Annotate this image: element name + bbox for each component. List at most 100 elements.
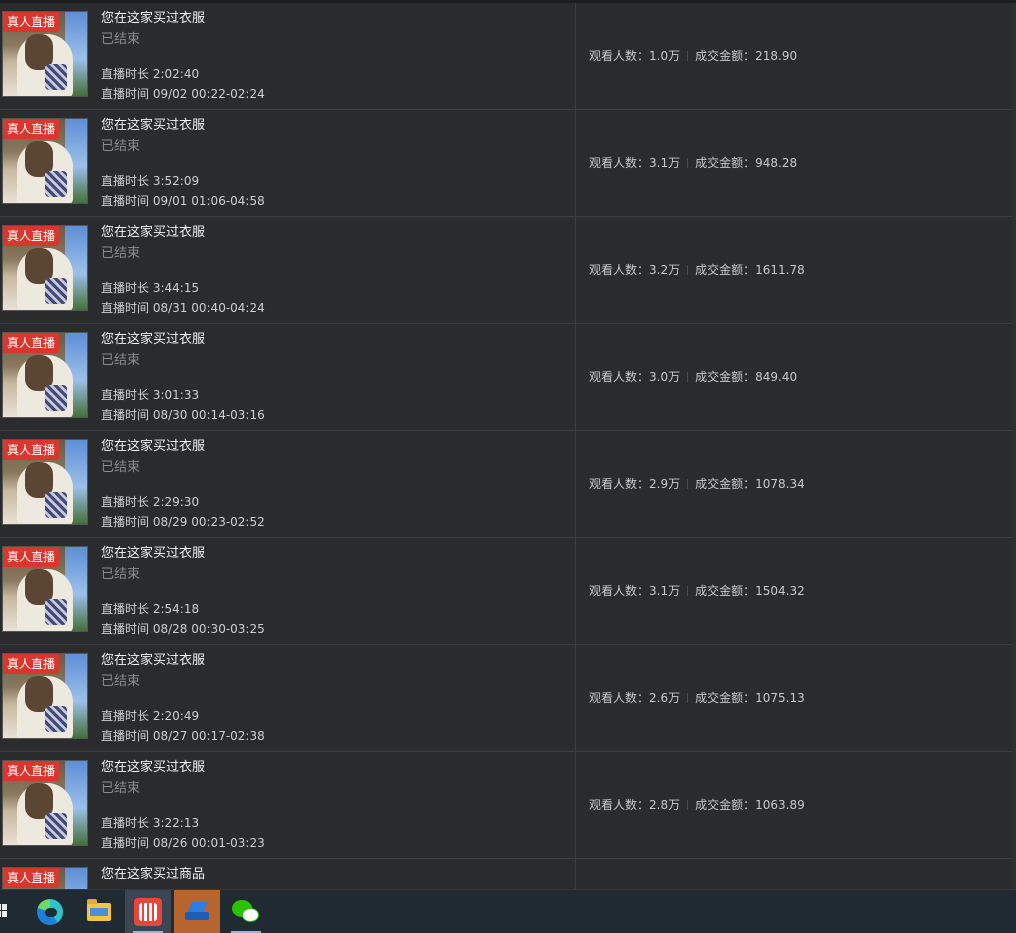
session-stats-cell: [577, 859, 1016, 889]
session-duration: 直播时长 3:44:15: [101, 280, 199, 296]
duration-label: 直播时长: [101, 67, 150, 81]
session-stats: 观看人数：3.2万 成交金额：1611.78: [589, 262, 805, 278]
taskbar-edge[interactable]: [27, 890, 73, 933]
live-session-row[interactable]: 真人直播 您在这家买过衣服 已结束 直播时长 2:02:40 直播时间 09/0…: [0, 3, 1016, 110]
live-session-list[interactable]: 真人直播 您在这家买过衣服 已结束 直播时长 2:02:40 直播时间 09/0…: [0, 3, 1016, 889]
session-stats-cell: 观看人数：3.2万 成交金额：1611.78: [577, 217, 1016, 323]
thumbnail-scarf: [45, 599, 67, 625]
thumbnail-scarf: [45, 64, 67, 90]
session-title: 您在这家买过衣服: [101, 546, 206, 561]
session-stats: 观看人数：1.0万 成交金额：218.90: [589, 48, 797, 64]
duration-label: 直播时长: [101, 602, 150, 616]
session-info-cell: 真人直播 您在这家买过衣服 已结束 直播时长 2:29:30 直播时间 08/2…: [0, 431, 576, 537]
taskbar-app[interactable]: [174, 890, 220, 933]
session-stats: 观看人数：2.6万 成交金额：1075.13: [589, 690, 805, 706]
thumbnail-scarf: [45, 385, 67, 411]
session-status: 已结束: [101, 246, 141, 261]
thumbnail-person: [17, 569, 73, 631]
session-thumbnail[interactable]: 真人直播: [2, 760, 88, 846]
session-time: 直播时间 08/31 00:40-04:24: [101, 300, 265, 316]
live-session-row[interactable]: 真人直播 您在这家买过衣服 已结束 直播时长 2:20:49 直播时间 08/2…: [0, 645, 1016, 752]
session-info-cell: 真人直播 您在这家买过衣服 已结束 直播时长 2:02:40 直播时间 09/0…: [0, 3, 576, 109]
live-badge: 真人直播: [3, 547, 60, 567]
session-duration: 直播时长 3:22:13: [101, 815, 199, 831]
duration-label: 直播时长: [101, 281, 150, 295]
scrollbar[interactable]: [1012, 3, 1016, 889]
session-info-cell: 真人直播 您在这家买过商品: [0, 859, 576, 889]
session-thumbnail[interactable]: 真人直播: [2, 118, 88, 204]
session-stats-cell: 观看人数：2.9万 成交金额：1078.34: [577, 431, 1016, 537]
sales-label: 成交金额：: [695, 263, 756, 277]
session-thumbnail[interactable]: 真人直播: [2, 867, 88, 889]
viewers-label: 观看人数：: [589, 798, 650, 812]
session-time: 直播时间 08/26 00:01-03:23: [101, 835, 265, 851]
session-status: 已结束: [101, 460, 141, 475]
live-session-row[interactable]: 真人直播 您在这家买过商品: [0, 859, 1016, 889]
session-time: 直播时间 08/29 00:23-02:52: [101, 514, 265, 530]
viewers-value: 1.0万: [649, 49, 681, 63]
sales-value: 1078.34: [755, 477, 805, 491]
viewers-value: 2.9万: [649, 477, 681, 491]
live-session-row[interactable]: 真人直播 您在这家买过衣服 已结束 直播时长 2:54:18 直播时间 08/2…: [0, 538, 1016, 645]
sales-label: 成交金额：: [695, 156, 756, 170]
live-session-row[interactable]: 真人直播 您在这家买过衣服 已结束 直播时长 3:52:09 直播时间 09/0…: [0, 110, 1016, 217]
live-session-row[interactable]: 真人直播 您在这家买过衣服 已结束 直播时长 3:01:33 直播时间 08/3…: [0, 324, 1016, 431]
sales-value: 948.28: [755, 156, 798, 170]
windows-start-icon[interactable]: [0, 904, 8, 918]
sales-value: 1075.13: [755, 691, 805, 705]
viewers-value: 2.6万: [649, 691, 681, 705]
time-label: 直播时间: [101, 194, 150, 208]
duration-label: 直播时长: [101, 816, 150, 830]
taskbar-live-app[interactable]: [125, 890, 171, 933]
session-duration: 直播时长 2:29:30: [101, 494, 199, 510]
app-icon: [185, 901, 209, 922]
session-time: 直播时间 09/02 00:22-02:24: [101, 86, 265, 102]
live-session-row[interactable]: 真人直播 您在这家买过衣服 已结束 直播时长 3:22:13 直播时间 08/2…: [0, 752, 1016, 859]
session-thumbnail[interactable]: 真人直播: [2, 653, 88, 739]
thumbnail-scarf: [45, 171, 67, 197]
time-value: 08/30 00:14-03:16: [152, 408, 265, 422]
wechat-icon: [232, 899, 260, 924]
live-session-row[interactable]: 真人直播 您在这家买过衣服 已结束 直播时长 3:44:15 直播时间 08/3…: [0, 217, 1016, 324]
session-status: 已结束: [101, 353, 141, 368]
thumbnail-person: [17, 462, 73, 524]
stats-divider: [687, 479, 689, 489]
thumbnail-person: [17, 676, 73, 738]
session-duration: 直播时长 2:02:40: [101, 66, 199, 82]
viewers-label: 观看人数：: [589, 584, 650, 598]
thumbnail-person: [17, 783, 73, 845]
thumbnail-scarf: [45, 278, 67, 304]
sales-label: 成交金额：: [695, 49, 756, 63]
duration-value: 3:01:33: [152, 388, 200, 402]
viewers-label: 观看人数：: [589, 370, 650, 384]
session-stats-cell: 观看人数：2.8万 成交金额：1063.89: [577, 752, 1016, 858]
session-stats-cell: 观看人数：2.6万 成交金额：1075.13: [577, 645, 1016, 751]
live-session-row[interactable]: 真人直播 您在这家买过衣服 已结束 直播时长 2:29:30 直播时间 08/2…: [0, 431, 1016, 538]
viewers-label: 观看人数：: [589, 477, 650, 491]
viewers-label: 观看人数：: [589, 156, 650, 170]
duration-value: 2:54:18: [152, 602, 200, 616]
session-info-cell: 真人直播 您在这家买过衣服 已结束 直播时长 2:54:18 直播时间 08/2…: [0, 538, 576, 644]
session-thumbnail[interactable]: 真人直播: [2, 546, 88, 632]
live-badge: 真人直播: [3, 12, 60, 32]
thumbnail-background: [65, 868, 87, 889]
session-thumbnail[interactable]: 真人直播: [2, 225, 88, 311]
session-stats-cell: 观看人数：3.1万 成交金额：1504.32: [577, 538, 1016, 644]
session-thumbnail[interactable]: 真人直播: [2, 11, 88, 97]
taskbar-wechat[interactable]: [223, 890, 269, 933]
taskbar-file-explorer[interactable]: [76, 890, 122, 933]
time-label: 直播时间: [101, 301, 150, 315]
sales-value: 1504.32: [755, 584, 805, 598]
session-status: 已结束: [101, 674, 141, 689]
duration-label: 直播时长: [101, 174, 150, 188]
session-title: 您在这家买过衣服: [101, 760, 206, 775]
session-time: 直播时间 08/30 00:14-03:16: [101, 407, 265, 423]
duration-value: 2:20:49: [152, 709, 200, 723]
time-label: 直播时间: [101, 622, 150, 636]
session-thumbnail[interactable]: 真人直播: [2, 332, 88, 418]
stats-divider: [687, 51, 689, 61]
sales-label: 成交金额：: [695, 798, 756, 812]
time-value: 08/31 00:40-04:24: [152, 301, 265, 315]
viewers-label: 观看人数：: [589, 691, 650, 705]
session-thumbnail[interactable]: 真人直播: [2, 439, 88, 525]
